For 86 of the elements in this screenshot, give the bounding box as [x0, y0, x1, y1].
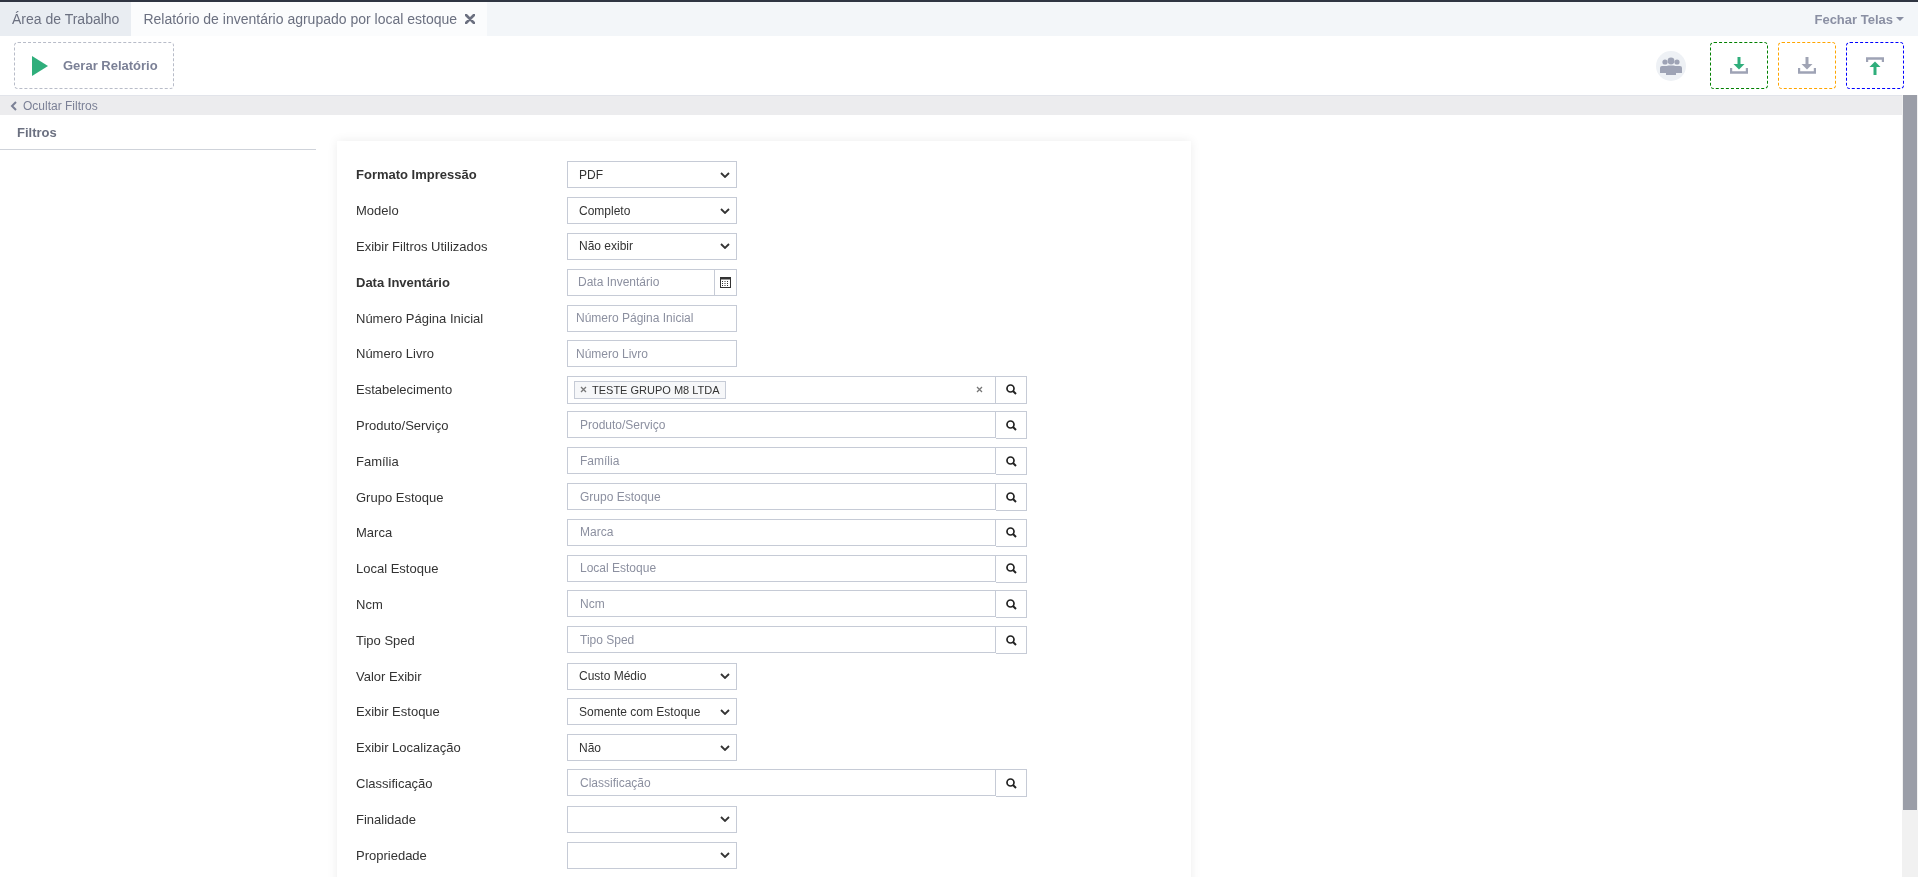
field-label: Valor Exibir	[356, 668, 423, 684]
multi-select-field[interactable]: TESTE GRUPO M8 LTDA	[567, 375, 996, 404]
download-icon	[1798, 57, 1816, 74]
search-icon	[1005, 777, 1017, 789]
field-label: Família	[356, 453, 400, 469]
search-button[interactable]	[996, 483, 1027, 512]
field-label: Grupo Estoque	[356, 489, 445, 505]
close-icon[interactable]	[465, 14, 476, 24]
field-label: Data Inventário	[356, 274, 451, 290]
search-button[interactable]	[996, 411, 1027, 440]
select-field[interactable]	[567, 805, 737, 833]
download-icon	[1730, 57, 1748, 74]
chevron-down-icon	[720, 207, 730, 214]
field-label: Número Página Inicial	[356, 310, 485, 326]
search-icon	[1005, 419, 1017, 431]
lookup-field[interactable]: Grupo Estoque	[567, 483, 996, 511]
lookup-field[interactable]: Marca	[567, 518, 996, 546]
lookup-field[interactable]: Tipo Sped	[567, 626, 996, 654]
play-icon	[31, 55, 49, 76]
field-label: Número Livro	[356, 346, 436, 362]
search-button[interactable]	[996, 590, 1027, 619]
lookup-field[interactable]: Classificação	[567, 769, 996, 797]
select-field[interactable]: PDF	[567, 161, 737, 189]
input-field[interactable]: Número Página Inicial	[567, 304, 737, 332]
chevron-down-icon	[720, 852, 730, 859]
field-label: Propriedade	[356, 847, 428, 863]
search-button[interactable]	[996, 626, 1027, 655]
field-label: Exibir Estoque	[356, 704, 441, 720]
users-icon	[1659, 56, 1683, 75]
lookup-field[interactable]: Local Estoque	[567, 554, 996, 582]
search-icon	[1005, 455, 1017, 467]
remove-icon	[976, 386, 983, 394]
search-button[interactable]	[996, 375, 1027, 404]
select-field[interactable]: Completo	[567, 197, 737, 225]
select-field[interactable]: Não exibir	[567, 233, 737, 260]
search-icon	[1005, 634, 1017, 646]
chevron-down-icon	[720, 708, 730, 715]
upload-icon	[1866, 56, 1884, 75]
download-button[interactable]	[1710, 42, 1768, 89]
field-label: Local Estoque	[356, 561, 440, 577]
select-field[interactable]: Somente com Estoque	[567, 698, 737, 726]
date-field[interactable]: Data Inventário	[567, 268, 715, 296]
search-icon	[1005, 527, 1017, 539]
field-label: Formato Impressão	[356, 167, 478, 183]
select-field[interactable]	[567, 841, 737, 869]
field-label: Classificação	[356, 775, 434, 791]
calendar-icon	[720, 276, 731, 289]
search-button[interactable]	[996, 554, 1027, 583]
lookup-field[interactable]: Família	[567, 447, 996, 475]
chevron-down-icon	[720, 673, 730, 680]
search-button[interactable]	[996, 518, 1027, 547]
input-field[interactable]: Número Livro	[567, 340, 737, 368]
field-label: Produto/Serviço	[356, 417, 450, 433]
calendar-button[interactable]	[715, 268, 737, 296]
field-label: Exibir Localização	[356, 740, 462, 756]
search-button[interactable]	[996, 447, 1027, 476]
select-field[interactable]: Não	[567, 734, 737, 762]
field-label: Tipo Sped	[356, 632, 416, 648]
field-label: Ncm	[356, 596, 384, 612]
search-icon	[1005, 563, 1017, 575]
chevron-down-icon	[720, 243, 730, 250]
search-icon	[1005, 598, 1017, 610]
select-field[interactable]: Custo Médio	[567, 662, 737, 690]
field-label: Marca	[356, 525, 394, 541]
chevron-down-icon	[720, 816, 730, 823]
search-icon	[1005, 384, 1017, 396]
chevron-left-icon	[10, 100, 17, 111]
lookup-field[interactable]: Produto/Serviço	[567, 411, 996, 439]
field-label: Finalidade	[356, 811, 417, 827]
lookup-field[interactable]: Ncm	[567, 590, 996, 618]
generate-report-button[interactable]: Gerar Relatório	[14, 42, 174, 89]
tab[interactable]: Área de Trabalho	[0, 2, 132, 36]
tab[interactable]: Relatório de inventário agrupado por local estoque	[131, 2, 488, 36]
scrollbar-thumb[interactable]	[1903, 95, 1917, 810]
search-icon	[1005, 491, 1017, 503]
chevron-down-icon	[720, 744, 730, 751]
caret-icon	[1896, 17, 1904, 21]
field-label: Estabelecimento	[356, 382, 454, 398]
remove-icon	[580, 386, 587, 394]
field-label: Modelo	[356, 203, 400, 219]
field-label: Exibir Filtros Utilizados	[356, 239, 489, 254]
chevron-down-icon	[720, 171, 730, 178]
upload-button[interactable]	[1846, 42, 1904, 89]
filters-title: Filtros	[17, 124, 57, 140]
search-button[interactable]	[996, 769, 1027, 798]
selected-tag[interactable]: TESTE GRUPO M8 LTDA	[574, 380, 726, 399]
